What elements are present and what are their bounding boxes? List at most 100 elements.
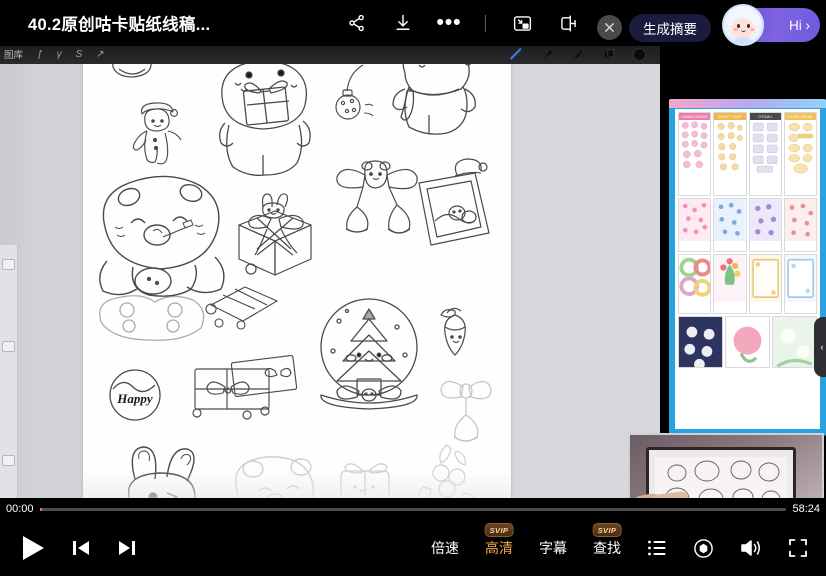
catalog-card-art [679,317,722,368]
catalog-grid: KAWAII BEARS SWEET CAFE [675,109,820,429]
avatar [722,4,764,46]
catalog-card-art [679,199,710,241]
video-player-app: 40.2原创咕卡贴纸线稿... ••• [0,0,826,576]
catalog-card[interactable] [678,254,711,314]
settings-icon[interactable] [693,538,714,559]
total-time-label: 58:24 [786,503,826,515]
playlist-icon[interactable] [647,538,667,558]
gallery-button[interactable]: 图库 [4,47,23,61]
drawbar-right-group [509,47,646,61]
catalog-row [678,198,817,252]
drawbar-left-group: 图库 ƒ γ S ↗ [0,47,105,61]
color-swatch[interactable] [633,48,646,61]
catalog-card[interactable] [784,198,817,252]
subtitles-button[interactable]: 字幕 [539,538,567,558]
art-snow-globe-tree [311,295,433,417]
fullscreen-icon[interactable] [788,538,808,558]
generate-summary-button[interactable]: 生成摘要 [629,14,711,42]
drawing-canvas[interactable]: Happy [83,55,511,510]
speed-button[interactable]: 倍速 [431,538,459,558]
avatar-body [733,37,753,46]
selection-icon[interactable]: S [76,49,83,60]
art-bear-with-scarf [379,55,489,145]
current-time-label: 00:00 [0,503,40,515]
art-gingerbread-man [125,100,191,170]
ipad-screen-recording: Happy [0,55,660,510]
catalog-card[interactable] [749,254,782,314]
sticker-catalog-panel: KAWAII BEARS SWEET CAFE [669,99,826,436]
sidebar-collapse-tab[interactable]: ‹ [814,317,826,377]
art-gift-stack [205,283,305,333]
layer-thumb[interactable] [2,259,15,270]
more-icon[interactable]: ••• [436,10,462,36]
layer-thumb[interactable] [2,341,15,352]
catalog-card-art [714,199,745,241]
smudge-icon[interactable]: γ [57,49,62,60]
catalog-card[interactable] [784,254,817,314]
layers-side-panel[interactable] [0,245,18,510]
top-icon-group: ••• [344,0,581,46]
catalog-card[interactable] [772,316,817,368]
catalog-card-art [679,255,710,302]
catalog-card[interactable]: SWEET CAFE [713,112,746,196]
catalog-card-art [750,255,781,302]
top-bar: 40.2原创咕卡贴纸线稿... ••• [0,0,826,46]
speed-label: 倍速 [431,540,459,556]
catalog-card[interactable]: KAWAII BEARS [678,112,711,196]
catalog-card-art [726,317,769,368]
adjust-icon[interactable]: ƒ [37,49,43,60]
seek-bar-fill [40,508,42,511]
avatar-eye-right [747,24,750,28]
quality-button[interactable]: SVIP 高清 [485,538,513,558]
catalog-card[interactable] [749,198,782,252]
chevron-right-icon: › [806,18,811,33]
pen-tool-icon[interactable] [509,47,523,61]
catalog-card-art [750,199,781,241]
catalog-card-art [679,120,710,175]
generate-summary-label: 生成摘要 [643,18,697,38]
catalog-card-label: SWEET CAFE [714,113,745,120]
subtitles-label: 字幕 [539,540,567,556]
catalog-card[interactable] [713,254,746,314]
avatar-cheek-left [733,28,738,31]
quality-label: 高清 [485,540,513,556]
catalog-card[interactable]: OTOMU [749,112,782,196]
svip-badge: SVIP [485,523,514,537]
user-profile-chip[interactable]: Hi › [724,8,820,42]
next-button[interactable] [116,537,138,559]
search-button[interactable]: SVIP 查找 [593,538,621,558]
catalog-card-label: OTOMU [750,113,781,120]
download-icon[interactable] [390,10,416,36]
progress-bar-row: 00:00 58:24 [0,498,826,520]
catalog-card-art [714,120,745,175]
avatar-eye-left [737,24,740,28]
transform-icon[interactable]: ↗ [96,49,104,60]
play-button[interactable] [20,534,46,562]
catalog-card-art [773,317,816,368]
art-bear-face-candy [95,165,231,297]
art-bear-with-gift [211,55,321,179]
previous-button[interactable] [70,537,92,559]
catalog-card[interactable] [713,198,746,252]
smudge-tool-icon[interactable] [540,47,554,61]
picture-in-picture-icon[interactable] [509,10,535,36]
svip-badge: SVIP [593,523,622,537]
catalog-card[interactable] [678,316,723,368]
video-stage: Happy [0,55,826,510]
catalog-row [678,316,817,368]
cast-icon[interactable] [555,10,581,36]
eraser-tool-icon[interactable] [571,47,585,61]
player-controls: 倍速 SVIP 高清 字幕 SVIP 查找 [0,520,826,576]
layers-tool-icon[interactable] [602,47,616,61]
catalog-card[interactable] [725,316,770,368]
svg-text:Happy: Happy [116,391,153,406]
more-icon-glyph: ••• [436,18,461,28]
share-icon[interactable] [344,10,370,36]
volume-icon[interactable] [740,538,762,558]
catalog-card[interactable] [678,198,711,252]
seek-bar[interactable] [40,508,786,511]
layer-thumb[interactable] [2,455,15,466]
close-button[interactable] [597,15,622,40]
catalog-card-label: HONEY BEAR [785,113,816,120]
catalog-card[interactable]: HONEY BEAR [784,112,817,196]
